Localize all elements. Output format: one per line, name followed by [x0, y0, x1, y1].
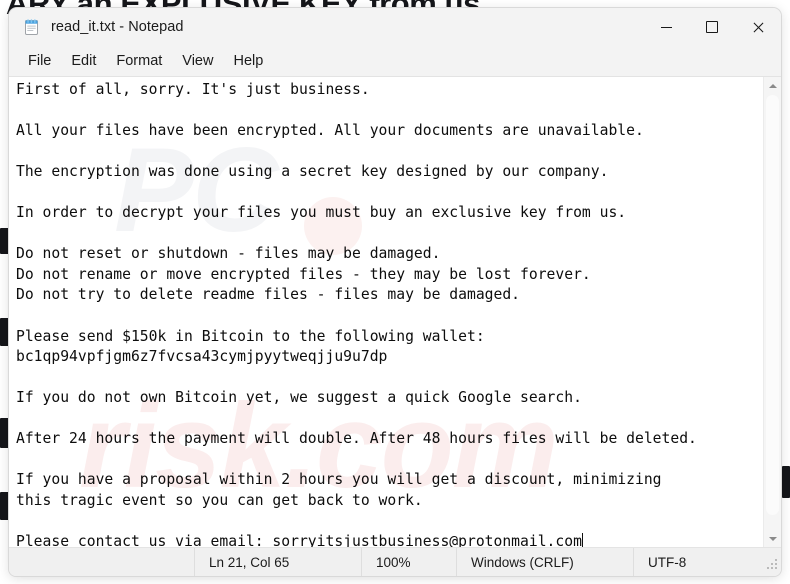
menu-item-edit[interactable]: Edit — [61, 51, 106, 72]
document-text: First of all, sorry. It's just business.… — [16, 81, 697, 547]
close-button[interactable] — [735, 8, 781, 46]
minimize-button[interactable] — [643, 8, 689, 46]
menu-item-view[interactable]: View — [172, 51, 223, 72]
title-bar[interactable]: read_it.txt - Notepad — [9, 8, 781, 46]
status-bar: Ln 21, Col 65 100% Windows (CRLF) UTF-8 — [9, 547, 781, 576]
resize-grip[interactable] — [762, 554, 778, 570]
vertical-scrollbar[interactable] — [763, 77, 781, 547]
editor-area: PC risk.com First of all, sorry. It's ju… — [9, 77, 781, 547]
status-position: Ln 21, Col 65 — [194, 548, 361, 576]
maximize-button[interactable] — [689, 8, 735, 46]
menu-item-help[interactable]: Help — [223, 51, 273, 72]
background-fragment-left-2 — [0, 318, 9, 346]
text-caret — [581, 533, 583, 547]
window-controls — [643, 8, 781, 46]
scroll-down-icon — [768, 536, 777, 541]
minimize-icon — [660, 26, 672, 28]
status-line-ending: Windows (CRLF) — [456, 548, 633, 576]
menu-item-format[interactable]: Format — [106, 51, 172, 72]
status-encoding: UTF-8 — [633, 548, 760, 576]
text-editor[interactable]: PC risk.com First of all, sorry. It's ju… — [9, 77, 763, 547]
background-fragment-left-3 — [0, 418, 9, 448]
scroll-up-icon — [768, 83, 777, 88]
status-zoom: 100% — [361, 548, 456, 576]
menu-bar: File Edit Format View Help — [9, 46, 781, 77]
window-title: read_it.txt - Notepad — [51, 19, 184, 35]
scroll-down-button[interactable] — [764, 530, 781, 547]
background-fragment-left-1 — [0, 228, 9, 254]
close-icon — [752, 21, 764, 33]
menu-item-file[interactable]: File — [18, 51, 61, 72]
maximize-icon — [706, 21, 718, 33]
scrollbar-thumb[interactable] — [766, 95, 779, 515]
background-fragment-left-4 — [0, 492, 9, 520]
scroll-up-button[interactable] — [764, 77, 781, 94]
notepad-icon — [23, 18, 40, 36]
background-fragment-right-1 — [782, 466, 790, 498]
notepad-window: read_it.txt - Notepad File Edit Format V… — [9, 8, 781, 576]
